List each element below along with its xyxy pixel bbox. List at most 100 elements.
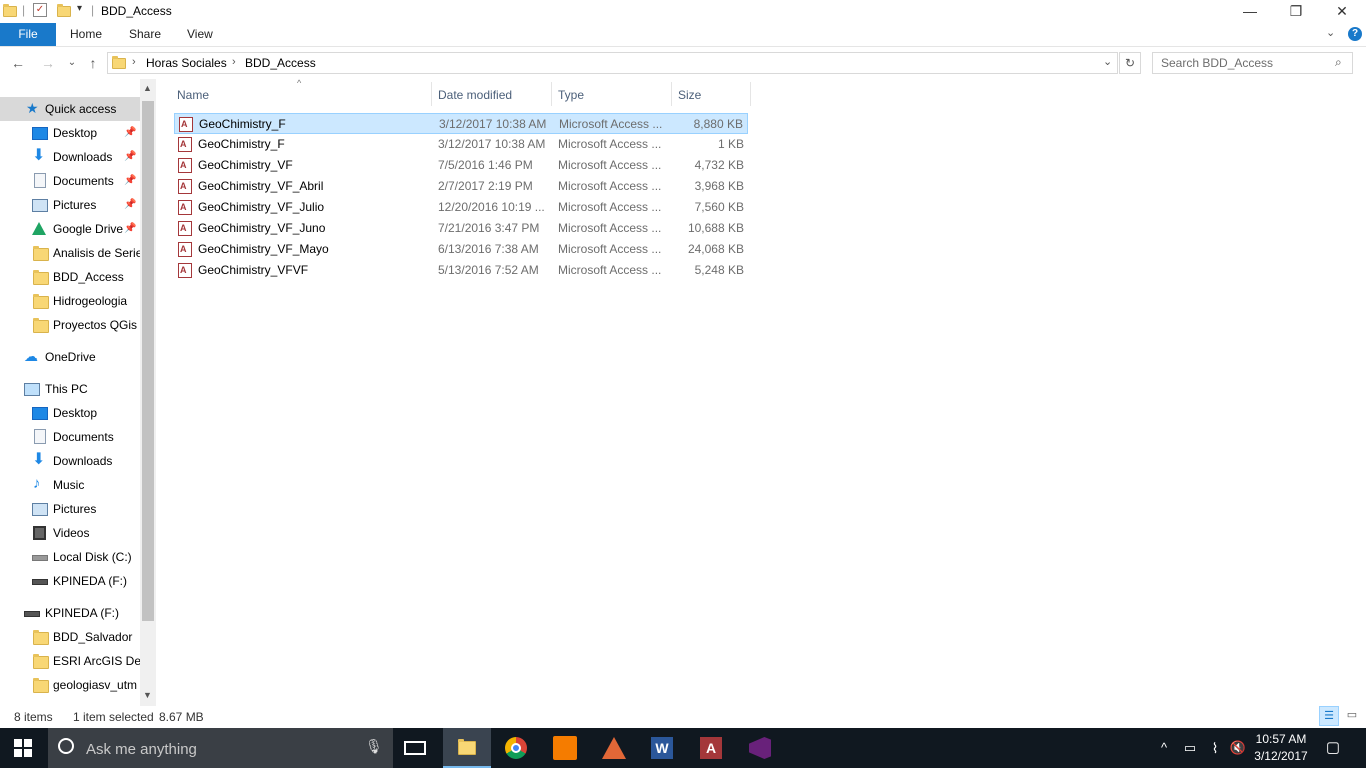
chevron-down-icon[interactable]: ⌄ <box>1326 26 1335 39</box>
nav-qa-bdd-access[interactable]: BDD_Access <box>0 265 140 289</box>
item-count: 8 items <box>14 710 53 724</box>
taskbar-file-explorer[interactable] <box>443 728 491 768</box>
search-input[interactable] <box>1153 53 1336 73</box>
nav-qa-google-drive[interactable]: Google Drive 📌 <box>0 217 140 241</box>
nav-pc-documents[interactable]: Documents <box>0 425 140 449</box>
close-button[interactable]: ✕ <box>1319 0 1365 23</box>
nav-drive-bdd-salvador[interactable]: BDD_Salvador <box>0 625 140 649</box>
battery-icon[interactable]: ▭ <box>1180 728 1200 768</box>
nav-this-pc[interactable]: This PC <box>0 377 140 401</box>
customize-quick-access-icon[interactable]: ▾ <box>77 3 82 14</box>
nav-pc-music[interactable]: ♪ Music <box>0 473 140 497</box>
scroll-down-icon[interactable]: ▼ <box>143 690 152 700</box>
file-row[interactable]: GeoChimistry_VFVF 5/13/2016 7:52 AM Micr… <box>174 260 748 281</box>
taskbar-chrome[interactable] <box>492 728 540 768</box>
large-icons-view-icon[interactable]: ▭ <box>1343 706 1361 726</box>
pin-icon: 📌 <box>124 199 137 210</box>
column-separator[interactable] <box>431 82 432 106</box>
nav-qa-pictures[interactable]: Pictures 📌 <box>0 193 140 217</box>
tab-file[interactable]: File <box>0 23 56 46</box>
file-row[interactable]: GeoChimistry_F 3/12/2017 10:38 AM Micros… <box>174 134 748 155</box>
action-center-icon[interactable]: ▢ <box>1323 728 1343 768</box>
nav-kpineda-drive[interactable]: KPINEDA (F:) <box>0 601 140 625</box>
nav-qa-documents[interactable]: Documents 📌 <box>0 169 140 193</box>
back-arrow-icon[interactable]: ← <box>8 53 28 73</box>
taskbar-pdf-editor[interactable] <box>541 728 589 768</box>
taskbar-word[interactable]: W <box>638 728 686 768</box>
file-row[interactable]: GeoChimistry_VF_Mayo 6/13/2016 7:38 AM M… <box>174 239 748 260</box>
nav-pc-local-disk[interactable]: Local Disk (C:) <box>0 545 140 569</box>
taskbar-matlab[interactable] <box>590 728 638 768</box>
column-separator[interactable] <box>551 82 552 106</box>
file-row[interactable]: GeoChimistry_VF 7/5/2016 1:46 PM Microso… <box>174 155 748 176</box>
nav-qa-proyectos-qgis[interactable]: Proyectos QGis <box>0 313 140 337</box>
windows-start-icon[interactable] <box>14 739 32 757</box>
breadcrumb-bdd-access[interactable]: BDD_Access <box>245 56 316 70</box>
details-view-icon[interactable]: ☰ <box>1319 706 1339 726</box>
show-hidden-icons-icon[interactable]: ^ <box>1155 728 1173 768</box>
cortana-search-box[interactable]: 🎙 <box>48 728 393 770</box>
up-arrow-icon[interactable]: ↑ <box>83 53 103 73</box>
file-row[interactable]: GeoChimistry_VF_Julio 12/20/2016 10:19 .… <box>174 197 748 218</box>
recent-locations-chevron-icon[interactable]: ⌄ <box>62 53 82 73</box>
tab-home[interactable]: Home <box>70 23 102 46</box>
clock-time: 10:57 AM <box>1255 732 1307 746</box>
address-dropdown-icon[interactable]: ⌄ <box>1103 55 1112 68</box>
breadcrumb-separator-icon[interactable]: › <box>132 56 136 68</box>
file-row[interactable]: GeoChimistry_F 3/12/2017 10:38 AM Micros… <box>174 113 748 135</box>
tab-share[interactable]: Share <box>129 23 161 46</box>
search-box[interactable]: ⌕ <box>1152 52 1353 74</box>
file-row[interactable]: GeoChimistry_VF_Abril 2/7/2017 2:19 PM M… <box>174 176 748 197</box>
volume-muted-icon[interactable]: 🔇 <box>1228 728 1248 768</box>
refresh-icon[interactable]: ↻ <box>1119 52 1141 74</box>
column-header-size[interactable]: Size <box>678 86 701 106</box>
column-separator[interactable] <box>671 82 672 106</box>
nav-pc-desktop[interactable]: Desktop <box>0 401 140 425</box>
desktop-icon <box>32 407 48 420</box>
forward-arrow-icon[interactable]: → <box>38 53 58 73</box>
nav-qa-desktop[interactable]: Desktop 📌 <box>0 121 140 145</box>
help-icon[interactable]: ? <box>1348 27 1362 41</box>
cortana-circle-icon <box>58 738 74 754</box>
column-separator[interactable] <box>750 82 751 106</box>
folder-check-icon <box>33 246 49 261</box>
address-bar[interactable]: › Horas Sociales › BDD_Access ⌄ <box>107 52 1118 74</box>
properties-icon[interactable]: ✓ <box>33 3 47 17</box>
task-view-icon[interactable] <box>404 741 426 755</box>
nav-pc-kpineda[interactable]: KPINEDA (F:) <box>0 569 140 593</box>
nav-qa-downloads[interactable]: ⬇ Downloads 📌 <box>0 145 140 169</box>
visual-studio-icon <box>749 737 771 759</box>
tab-view[interactable]: View <box>187 23 213 46</box>
breadcrumb-horas-sociales[interactable]: Horas Sociales <box>146 56 227 70</box>
file-row[interactable]: GeoChimistry_VF_Juno 7/21/2016 3:47 PM M… <box>174 218 748 239</box>
breadcrumb-separator-icon[interactable]: › <box>232 56 236 68</box>
nav-quick-access[interactable]: ★ Quick access <box>0 97 140 121</box>
videos-icon <box>33 526 46 540</box>
nav-qa-analisis-de-series[interactable]: Analisis de Series <box>0 241 140 265</box>
cortana-search-input[interactable] <box>84 728 358 770</box>
minimize-button[interactable]: — <box>1227 0 1273 23</box>
pin-icon: 📌 <box>124 151 137 162</box>
nav-drive-esri[interactable]: ESRI ArcGIS Desktop <box>0 649 140 673</box>
new-folder-icon[interactable] <box>57 4 71 17</box>
search-icon[interactable]: ⌕ <box>1335 55 1342 70</box>
nav-pc-pictures[interactable]: Pictures <box>0 497 140 521</box>
nav-drive-geologiasv[interactable]: geologiasv_utm <box>0 673 140 697</box>
nav-pc-videos[interactable]: Videos <box>0 521 140 545</box>
nav-onedrive[interactable]: ☁ OneDrive <box>0 345 140 369</box>
column-header-name[interactable]: Name <box>177 86 209 106</box>
restore-button[interactable]: ❐ <box>1273 0 1319 23</box>
scrollbar-thumb[interactable] <box>142 101 154 621</box>
column-header-date-modified[interactable]: Date modified <box>438 86 512 106</box>
nav-pc-downloads[interactable]: ⬇ Downloads <box>0 449 140 473</box>
column-header-type[interactable]: Type <box>558 86 584 106</box>
microphone-icon[interactable]: 🎙 <box>365 738 383 755</box>
taskbar-access[interactable]: A <box>687 728 735 768</box>
wifi-icon[interactable]: ⌇ <box>1205 728 1225 768</box>
nav-qa-hidrogeologia[interactable]: Hidrogeologia <box>0 289 140 313</box>
taskbar-visual-studio[interactable] <box>736 728 784 768</box>
matlab-icon <box>602 737 626 759</box>
selection-count: 1 item selected <box>73 710 154 724</box>
clock[interactable]: 10:57 AM 3/12/2017 <box>1250 731 1312 765</box>
scroll-up-icon[interactable]: ▲ <box>143 83 152 93</box>
